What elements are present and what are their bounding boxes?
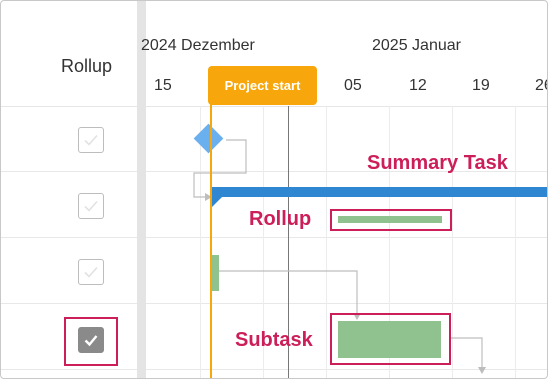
- rollup-checkbox-row-1[interactable]: [78, 127, 104, 153]
- check-icon: [84, 134, 98, 146]
- grid-header: Rollup: [1, 1, 137, 107]
- rollup-column-header[interactable]: Rollup: [61, 56, 112, 77]
- grid-splitter[interactable]: [137, 1, 146, 378]
- day-label: 15: [154, 77, 172, 94]
- month-label: 2025 Januar: [372, 37, 461, 54]
- project-start-badge[interactable]: Project start: [208, 66, 317, 105]
- checkbox-highlight: [64, 317, 118, 366]
- subtask-annotation: Subtask: [235, 329, 313, 351]
- rollup-checkbox-row-2[interactable]: [78, 193, 104, 219]
- gantt-chart: Rollup 2024 Dezember 2025 Januar 15 05 1…: [0, 0, 548, 379]
- subtask-highlight: [330, 313, 451, 365]
- grid-line: [515, 106, 516, 378]
- day-label: 12: [409, 77, 427, 94]
- day-label: 19: [472, 77, 490, 94]
- check-icon: [84, 266, 98, 278]
- milestone-diamond[interactable]: [193, 123, 224, 154]
- grid-line: [452, 106, 453, 378]
- check-icon: [84, 200, 98, 212]
- grid-line: [200, 106, 201, 378]
- row-divider: [1, 303, 547, 304]
- month-label: 2024 Dezember: [141, 37, 255, 54]
- row-divider: [1, 369, 547, 370]
- rollup-highlight: [330, 209, 452, 231]
- timeline-header-divider: [146, 106, 547, 107]
- day-label: 05: [344, 77, 362, 94]
- summary-task-annotation: Summary Task: [367, 152, 508, 174]
- rollup-annotation: Rollup: [249, 208, 312, 230]
- grid-line: [326, 106, 327, 378]
- summary-bar-start-cap: [211, 197, 222, 208]
- rollup-checkbox-row-3[interactable]: [78, 259, 104, 285]
- project-start-line: [210, 101, 212, 378]
- summary-task-bar[interactable]: [211, 187, 547, 197]
- project-start-label: Project start: [224, 78, 301, 93]
- row-divider: [1, 237, 547, 238]
- day-label: 26: [535, 77, 547, 94]
